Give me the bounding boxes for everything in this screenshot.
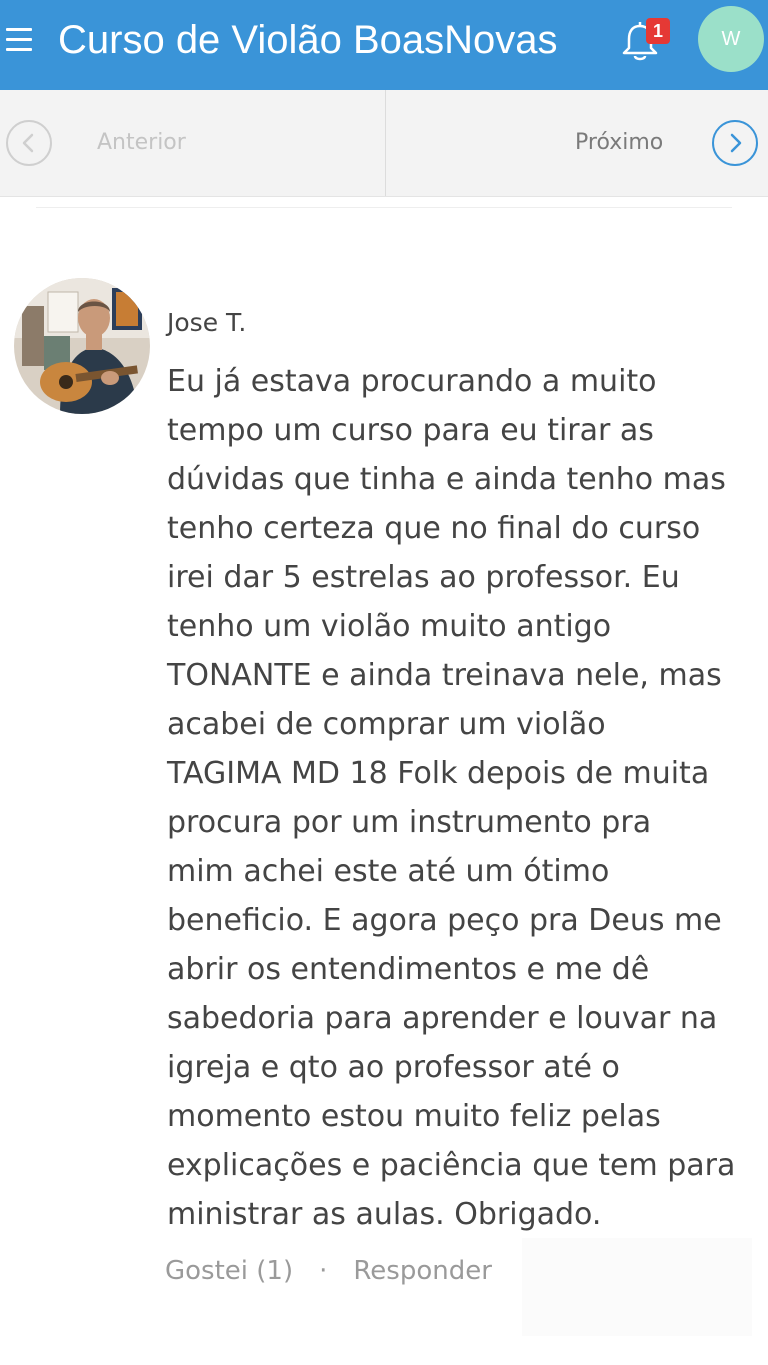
comment-line: TAGIMA MD 18 Folk depois de muita: [167, 756, 710, 791]
comment-line: momento estou muito feliz pelas: [167, 1099, 661, 1134]
user-avatar[interactable]: W: [698, 6, 764, 72]
comment-line: ministrar as aulas. Obrigado.: [167, 1197, 602, 1232]
comment-line: procura por um instrumento pra: [167, 805, 652, 840]
chevron-left-icon: [6, 120, 52, 166]
comment-line: sabedoria para aprender e louvar na: [167, 1001, 718, 1036]
comment-line: tenho certeza que no final do curso: [167, 511, 701, 546]
comment-line: acabei de comprar um violão: [167, 707, 606, 742]
comment-line: mim achei este até um ótimo: [167, 854, 610, 889]
comment-line: dúvidas que tinha e ainda tenho mas: [167, 462, 726, 497]
app-title: Curso de Violão BoasNovas: [58, 18, 558, 62]
next-button[interactable]: Próximo: [386, 90, 768, 196]
empty-panel: [522, 1238, 752, 1336]
app-bar: Curso de Violão BoasNovas 1 W: [0, 0, 768, 90]
comment-line: beneficio. E agora peço pra Deus me: [167, 903, 722, 938]
comment-line: tempo um curso para eu tirar as: [167, 413, 654, 448]
like-button[interactable]: Gostei (1): [165, 1256, 293, 1286]
comment-line: Eu já estava procurando a muito: [167, 364, 657, 399]
previous-button[interactable]: Anterior: [0, 90, 385, 196]
comment-line: TONANTE e ainda treinava nele, mas: [167, 658, 722, 693]
reply-button[interactable]: Responder: [353, 1256, 492, 1286]
comment-line: abrir os entendimentos e me dê: [167, 952, 650, 987]
comment-line: igreja e qto ao professor até o: [167, 1050, 620, 1085]
chevron-right-icon: [712, 120, 758, 166]
lesson-pager: Anterior Próximo: [0, 90, 768, 197]
comment-actions: Gostei (1) · Responder: [165, 1256, 492, 1286]
previous-label: Anterior: [97, 130, 186, 155]
divider: [36, 207, 732, 208]
notification-badge: 1: [646, 18, 670, 44]
comment-line: explicações e paciência que tem para: [167, 1148, 736, 1183]
hamburger-menu-icon[interactable]: [6, 28, 32, 52]
commenter-avatar: [14, 278, 150, 414]
action-separator: ·: [319, 1256, 328, 1286]
next-label: Próximo: [575, 130, 664, 155]
comment-line: irei dar 5 estrelas ao professor. Eu: [167, 560, 680, 595]
comment-author: Jose T.: [167, 308, 247, 337]
comment-body: Eu já estava procurando a muito tempo um…: [167, 357, 747, 1239]
comment-line: tenho um violão muito antigo: [167, 609, 612, 644]
